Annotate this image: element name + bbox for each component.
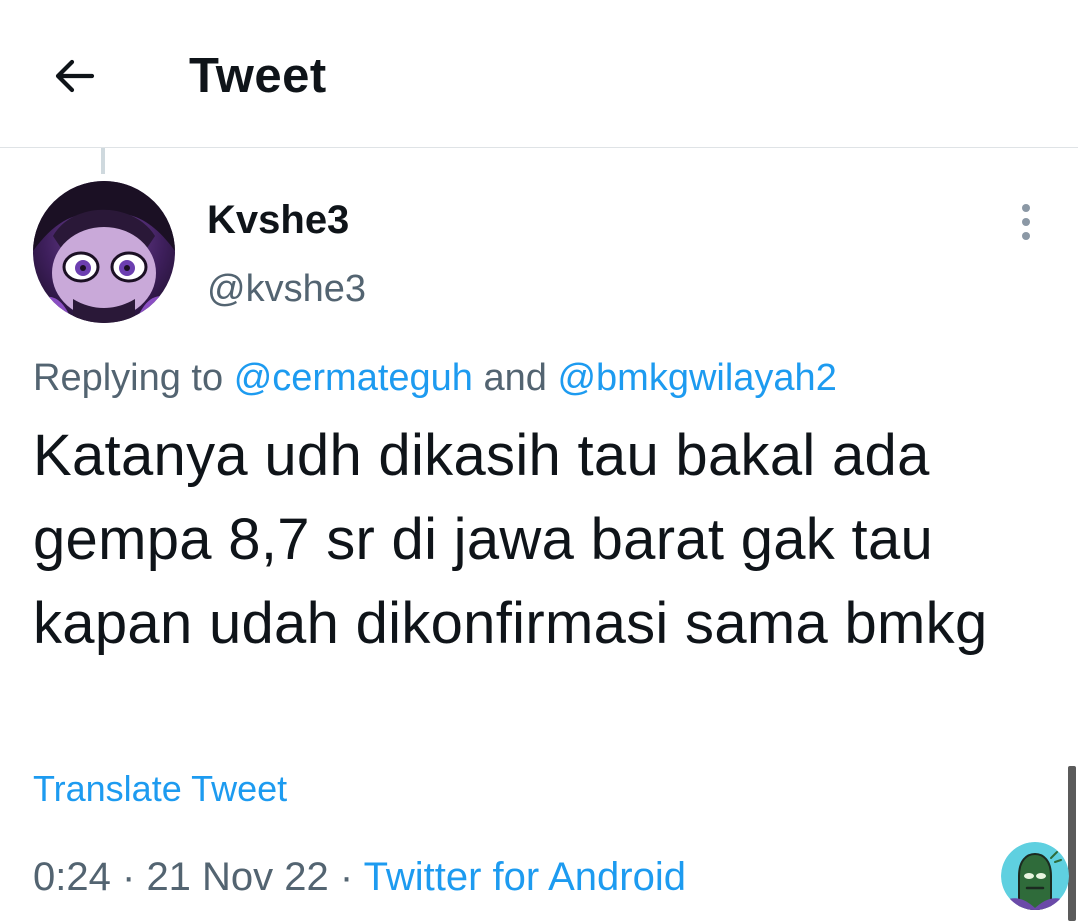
floating-profile-avatar[interactable] [1001, 842, 1069, 910]
tweet-time: 0:24 [33, 855, 111, 899]
arrow-left-icon [55, 59, 95, 93]
meta-separator: · [121, 855, 136, 899]
author-avatar[interactable] [33, 181, 175, 323]
page-title: Tweet [189, 49, 327, 103]
tweet-metadata: 0:24 · 21 Nov 22 · Twitter for Android [33, 852, 686, 902]
tweet-source-link[interactable]: Twitter for Android [364, 855, 686, 899]
mention-link-bmkgwilayah2[interactable]: @bmkgwilayah2 [557, 357, 836, 399]
translate-tweet-link[interactable]: Translate Tweet [33, 767, 287, 811]
author-handle[interactable]: @kvshe3 [207, 266, 366, 312]
mention-link-cermateguh[interactable]: @cermateguh [234, 357, 473, 399]
tweet-date: 21 Nov 22 [146, 855, 329, 899]
meta-separator: · [339, 855, 354, 899]
scrollbar-thumb[interactable] [1068, 766, 1076, 921]
more-options-button[interactable] [1004, 200, 1048, 244]
avatar-image [33, 181, 175, 323]
back-button[interactable] [44, 46, 104, 106]
tweet-body-text: Katanya udh dikasih tau bakal ada gempa … [33, 423, 988, 656]
avatar-image [1001, 842, 1069, 910]
thread-connector-line [101, 148, 105, 174]
replying-to-label: Replying to [33, 357, 224, 399]
replying-to-line: Replying to @cermateguh and @bmkgwilayah… [33, 355, 837, 401]
more-vertical-icon [1022, 204, 1030, 240]
tweet-detail-page: Tweet Kvshe3 @kvshe3 Replying to @cermat… [0, 0, 1078, 921]
replying-joiner: and [483, 357, 547, 399]
top-app-bar: Tweet [0, 0, 1078, 148]
author-display-name[interactable]: Kvshe3 [207, 196, 349, 244]
